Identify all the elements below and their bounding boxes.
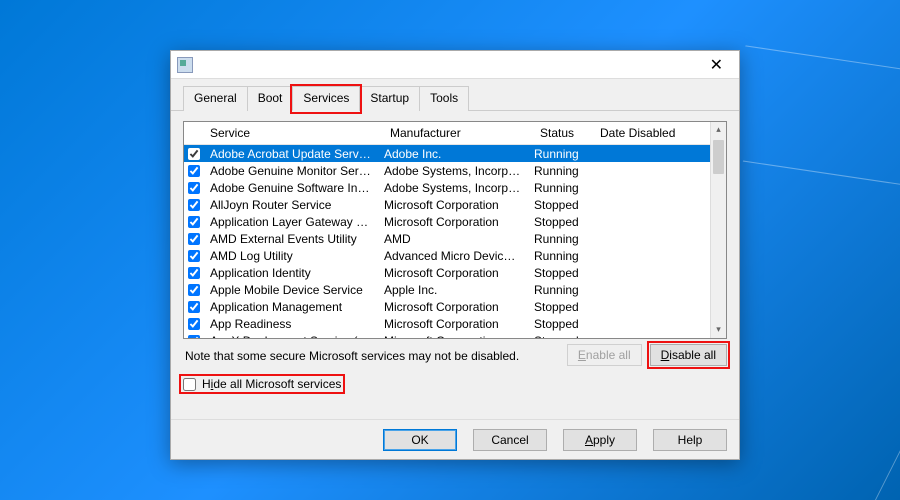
note-text: Note that some secure Microsoft services… bbox=[183, 343, 521, 367]
hide-ms-services-label[interactable]: Hide all Microsoft services bbox=[202, 377, 341, 391]
grid-header[interactable]: Service Manufacturer Status Date Disable… bbox=[184, 122, 710, 145]
cell-service: Application Layer Gateway Service bbox=[204, 215, 378, 229]
service-checkbox[interactable] bbox=[188, 335, 200, 339]
cell-status: Running bbox=[528, 283, 588, 297]
cell-service: AMD External Events Utility bbox=[204, 232, 378, 246]
cell-manufacturer: Adobe Systems, Incorpora... bbox=[378, 164, 528, 178]
cell-service: App Readiness bbox=[204, 317, 378, 331]
disable-all-button[interactable]: Disable all bbox=[650, 344, 727, 366]
col-manufacturer[interactable]: Manufacturer bbox=[384, 122, 534, 144]
tab-boot[interactable]: Boot bbox=[247, 86, 294, 111]
help-button[interactable]: Help bbox=[653, 429, 727, 451]
cell-manufacturer: Apple Inc. bbox=[378, 283, 528, 297]
service-checkbox[interactable] bbox=[188, 250, 200, 262]
disable-all-highlight bbox=[647, 341, 730, 369]
titlebar[interactable]: ✕ bbox=[171, 51, 739, 79]
table-row[interactable]: Apple Mobile Device ServiceApple Inc.Run… bbox=[184, 281, 710, 298]
cell-manufacturer: Adobe Inc. bbox=[378, 147, 528, 161]
cell-status: Stopped bbox=[528, 198, 588, 212]
apply-button[interactable]: Apply bbox=[563, 429, 637, 451]
cell-manufacturer: Adobe Systems, Incorpora... bbox=[378, 181, 528, 195]
table-row[interactable]: Adobe Genuine Monitor ServiceAdobe Syste… bbox=[184, 162, 710, 179]
table-row[interactable]: Application IdentityMicrosoft Corporatio… bbox=[184, 264, 710, 281]
table-row[interactable]: AllJoyn Router ServiceMicrosoft Corporat… bbox=[184, 196, 710, 213]
table-row[interactable]: Application Layer Gateway ServiceMicroso… bbox=[184, 213, 710, 230]
msconfig-window: ✕ GeneralBootServicesStartupTools Servic… bbox=[170, 50, 740, 460]
scroll-up-icon[interactable]: ▴ bbox=[711, 122, 726, 138]
cell-service: AppX Deployment Service (AppX... bbox=[204, 334, 378, 339]
dialog-footer: OK Cancel Apply Help bbox=[171, 419, 739, 459]
cell-service: Adobe Genuine Software Integri... bbox=[204, 181, 378, 195]
table-row[interactable]: AMD External Events UtilityAMDRunning bbox=[184, 230, 710, 247]
scroll-down-icon[interactable]: ▾ bbox=[711, 322, 726, 338]
cell-status: Running bbox=[528, 232, 588, 246]
cell-service: Adobe Acrobat Update Service bbox=[204, 147, 378, 161]
tab-services[interactable]: Services bbox=[292, 86, 360, 111]
table-row[interactable]: Adobe Genuine Software Integri...Adobe S… bbox=[184, 179, 710, 196]
cell-status: Stopped bbox=[528, 215, 588, 229]
col-status[interactable]: Status bbox=[534, 122, 594, 144]
cell-service: Adobe Genuine Monitor Service bbox=[204, 164, 378, 178]
service-checkbox[interactable] bbox=[188, 165, 200, 177]
service-checkbox[interactable] bbox=[188, 301, 200, 313]
tab-strip: GeneralBootServicesStartupTools bbox=[171, 79, 739, 111]
cell-manufacturer: Microsoft Corporation bbox=[378, 334, 528, 339]
cell-manufacturer: AMD bbox=[378, 232, 528, 246]
service-checkbox[interactable] bbox=[188, 284, 200, 296]
cell-manufacturer: Microsoft Corporation bbox=[378, 266, 528, 280]
table-row[interactable]: Adobe Acrobat Update ServiceAdobe Inc.Ru… bbox=[184, 145, 710, 162]
cell-status: Stopped bbox=[528, 317, 588, 331]
tab-tools[interactable]: Tools bbox=[419, 86, 469, 111]
scroll-thumb[interactable] bbox=[713, 140, 724, 174]
cell-manufacturer: Advanced Micro Devices, I... bbox=[378, 249, 528, 263]
table-row[interactable]: App ReadinessMicrosoft CorporationStoppe… bbox=[184, 315, 710, 332]
enable-all-button: Enable all bbox=[567, 344, 642, 366]
cell-status: Running bbox=[528, 164, 588, 178]
cell-manufacturer: Microsoft Corporation bbox=[378, 215, 528, 229]
ok-button[interactable]: OK bbox=[383, 429, 457, 451]
tab-general[interactable]: General bbox=[183, 86, 248, 111]
col-date-disabled[interactable]: Date Disabled bbox=[594, 122, 710, 144]
hide-ms-services-checkbox[interactable] bbox=[183, 378, 196, 391]
table-row[interactable]: AppX Deployment Service (AppX...Microsof… bbox=[184, 332, 710, 338]
cell-manufacturer: Microsoft Corporation bbox=[378, 198, 528, 212]
cell-status: Stopped bbox=[528, 300, 588, 314]
cell-service: AllJoyn Router Service bbox=[204, 198, 378, 212]
services-grid: Service Manufacturer Status Date Disable… bbox=[183, 121, 727, 339]
tab-startup[interactable]: Startup bbox=[359, 86, 420, 111]
cell-service: Apple Mobile Device Service bbox=[204, 283, 378, 297]
cell-status: Running bbox=[528, 181, 588, 195]
cell-service: AMD Log Utility bbox=[204, 249, 378, 263]
cancel-button[interactable]: Cancel bbox=[473, 429, 547, 451]
table-row[interactable]: Application ManagementMicrosoft Corporat… bbox=[184, 298, 710, 315]
cell-manufacturer: Microsoft Corporation bbox=[378, 300, 528, 314]
service-checkbox[interactable] bbox=[188, 199, 200, 211]
service-checkbox[interactable] bbox=[188, 318, 200, 330]
cell-service: Application Identity bbox=[204, 266, 378, 280]
service-checkbox[interactable] bbox=[188, 233, 200, 245]
service-checkbox[interactable] bbox=[188, 267, 200, 279]
cell-status: Running bbox=[528, 147, 588, 161]
close-icon[interactable]: ✕ bbox=[700, 53, 733, 77]
cell-service: Application Management bbox=[204, 300, 378, 314]
cell-status: Stopped bbox=[528, 266, 588, 280]
service-checkbox[interactable] bbox=[188, 216, 200, 228]
cell-manufacturer: Microsoft Corporation bbox=[378, 317, 528, 331]
service-checkbox[interactable] bbox=[188, 148, 200, 160]
service-checkbox[interactable] bbox=[188, 182, 200, 194]
col-service[interactable]: Service bbox=[204, 122, 384, 144]
app-icon bbox=[177, 57, 193, 73]
cell-status: Running bbox=[528, 249, 588, 263]
cell-status: Stopped bbox=[528, 334, 588, 339]
table-row[interactable]: AMD Log UtilityAdvanced Micro Devices, I… bbox=[184, 247, 710, 264]
vertical-scrollbar[interactable]: ▴ ▾ bbox=[710, 122, 726, 338]
